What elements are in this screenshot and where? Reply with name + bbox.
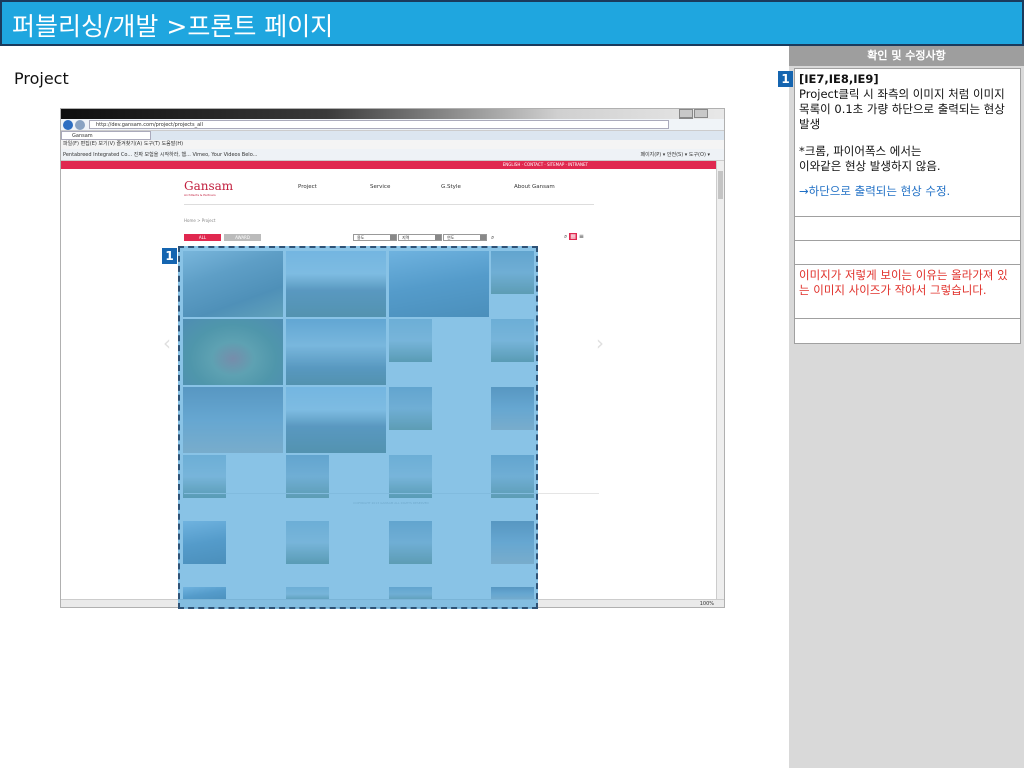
callout-badge: 1 <box>162 248 177 264</box>
filter-award-button[interactable]: AWARD <box>224 234 261 241</box>
section-label: Project <box>14 69 69 88</box>
browser-scrollbar[interactable] <box>716 161 724 601</box>
nav-project[interactable]: Project <box>298 184 317 190</box>
header-bar: 퍼블리싱/개발 >프론트 페이지 <box>0 0 1024 46</box>
note-fix: →하단으로 출력되는 현상 수정. <box>799 184 951 198</box>
browser-tab[interactable]: Gansam <box>61 131 151 140</box>
note-text: Project클릭 시 좌측의 이미지 처럼 이미지 목록이 0.1초 가량 하… <box>799 87 1005 131</box>
site-top-strip[interactable]: ENGLISH · CONTACT · SITEMAP · INTRANET <box>61 161 718 169</box>
favorites-links[interactable]: Pentabreed Integrated Co... 진짜 모험을 시작하라,… <box>63 152 257 158</box>
slide: 퍼블리싱/개발 >프론트 페이지 Project http://dev.gans… <box>0 0 1024 768</box>
browser-titlebar <box>61 109 724 127</box>
scrollbar-thumb[interactable] <box>718 171 723 199</box>
note-row <box>795 217 1020 241</box>
view-toggle[interactable]: ⌕ ▦ ≡ <box>564 233 584 241</box>
filter-region-select[interactable]: 지역 <box>398 234 442 241</box>
note-row: [IE7,IE8,IE9] Project클릭 시 좌측의 이미지 처럼 이미지… <box>795 69 1020 217</box>
minimize-icon[interactable] <box>679 109 693 118</box>
notes-panel-title: 확인 및 수정사항 <box>789 46 1024 66</box>
note-row: 이미지가 저렇게 보이는 이유는 올라가져 있는 이미지 사이즈가 작아서 그렇… <box>795 265 1020 319</box>
page-title: 퍼블리싱/개발 >프론트 페이지 <box>12 12 334 41</box>
nav-gstyle[interactable]: G.Style <box>441 184 461 190</box>
zoom-level[interactable]: 100% <box>700 601 714 607</box>
notes-table: [IE7,IE8,IE9] Project클릭 시 좌측의 이미지 처럼 이미지… <box>794 68 1021 344</box>
filter-all-button[interactable]: ALL <box>184 234 221 241</box>
note-row <box>795 319 1020 343</box>
nav-service[interactable]: Service <box>370 184 390 190</box>
address-bar: http://dev.gansam.com/project/projects_a… <box>61 119 724 131</box>
favorites-bar: Pentabreed Integrated Co... 진짜 모험을 시작하라,… <box>61 149 724 161</box>
filter-use-select[interactable]: 용도 <box>353 234 397 241</box>
back-icon[interactable] <box>63 120 73 130</box>
next-arrow-icon[interactable]: › <box>596 331 604 355</box>
forward-icon[interactable] <box>75 120 85 130</box>
grid-view-icon[interactable]: ▦ <box>569 233 577 240</box>
note-badge: 1 <box>778 71 793 87</box>
search-icon[interactable]: ⌕ <box>491 234 494 242</box>
nav-divider <box>184 204 594 205</box>
note-spacer <box>799 132 1016 144</box>
site-logo-sub: Architects & Partners <box>184 193 216 197</box>
site-logo[interactable]: Gansam <box>184 179 233 193</box>
command-bar[interactable]: 페이지(P) ▾ 안전(S) ▾ 도구(O) ▾ <box>640 149 710 161</box>
menu-bar[interactable]: 파일(F) 편집(E) 보기(V) 즐겨찾기(A) 도구(T) 도움말(H) <box>61 140 724 149</box>
highlight-overlay <box>178 246 538 609</box>
breadcrumb: Home > Project <box>184 218 216 223</box>
note-text: *크롬, 파이어폭스 에서는 <box>799 144 922 158</box>
note-text: 이와같은 현상 발생하지 않음. <box>799 159 941 173</box>
filter-year-select[interactable]: 연도 <box>443 234 487 241</box>
note-title: [IE7,IE8,IE9] <box>799 72 879 86</box>
tab-row: Gansam <box>61 131 724 140</box>
prev-arrow-icon[interactable]: ‹ <box>163 331 171 355</box>
window-controls <box>678 109 722 127</box>
maximize-icon[interactable] <box>694 109 708 118</box>
note-row <box>795 241 1020 265</box>
url-input[interactable]: http://dev.gansam.com/project/projects_a… <box>89 120 669 129</box>
nav-about[interactable]: About Gansam <box>514 184 555 190</box>
